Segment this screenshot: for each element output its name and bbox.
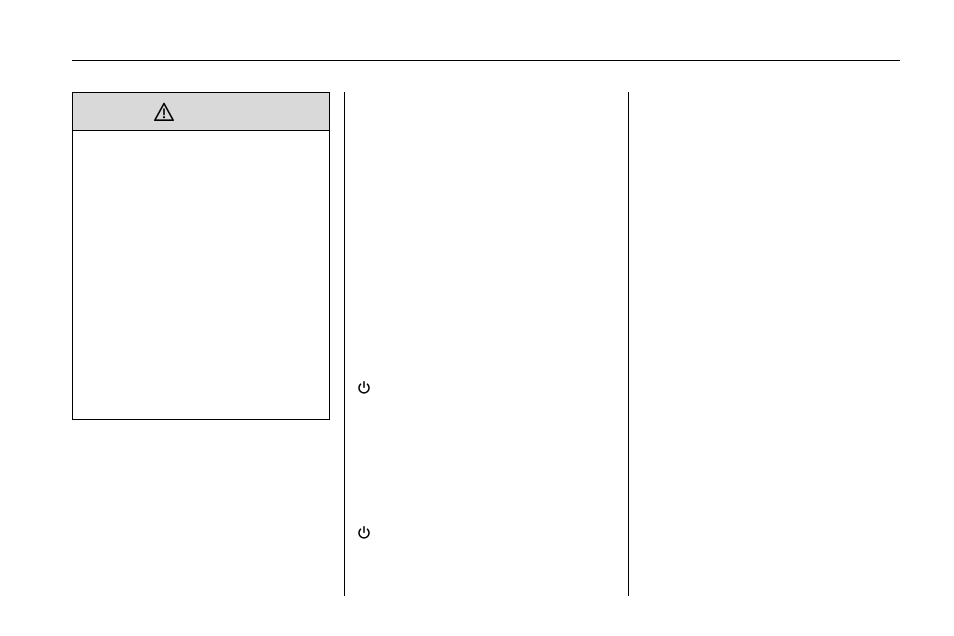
column-divider bbox=[628, 92, 629, 596]
warning-box bbox=[72, 92, 330, 420]
power-icon bbox=[356, 525, 372, 541]
power-icon bbox=[356, 380, 372, 396]
warning-box-header bbox=[73, 93, 329, 131]
column-divider bbox=[344, 92, 345, 596]
warning-triangle-icon bbox=[153, 102, 175, 122]
horizontal-rule bbox=[72, 60, 900, 61]
